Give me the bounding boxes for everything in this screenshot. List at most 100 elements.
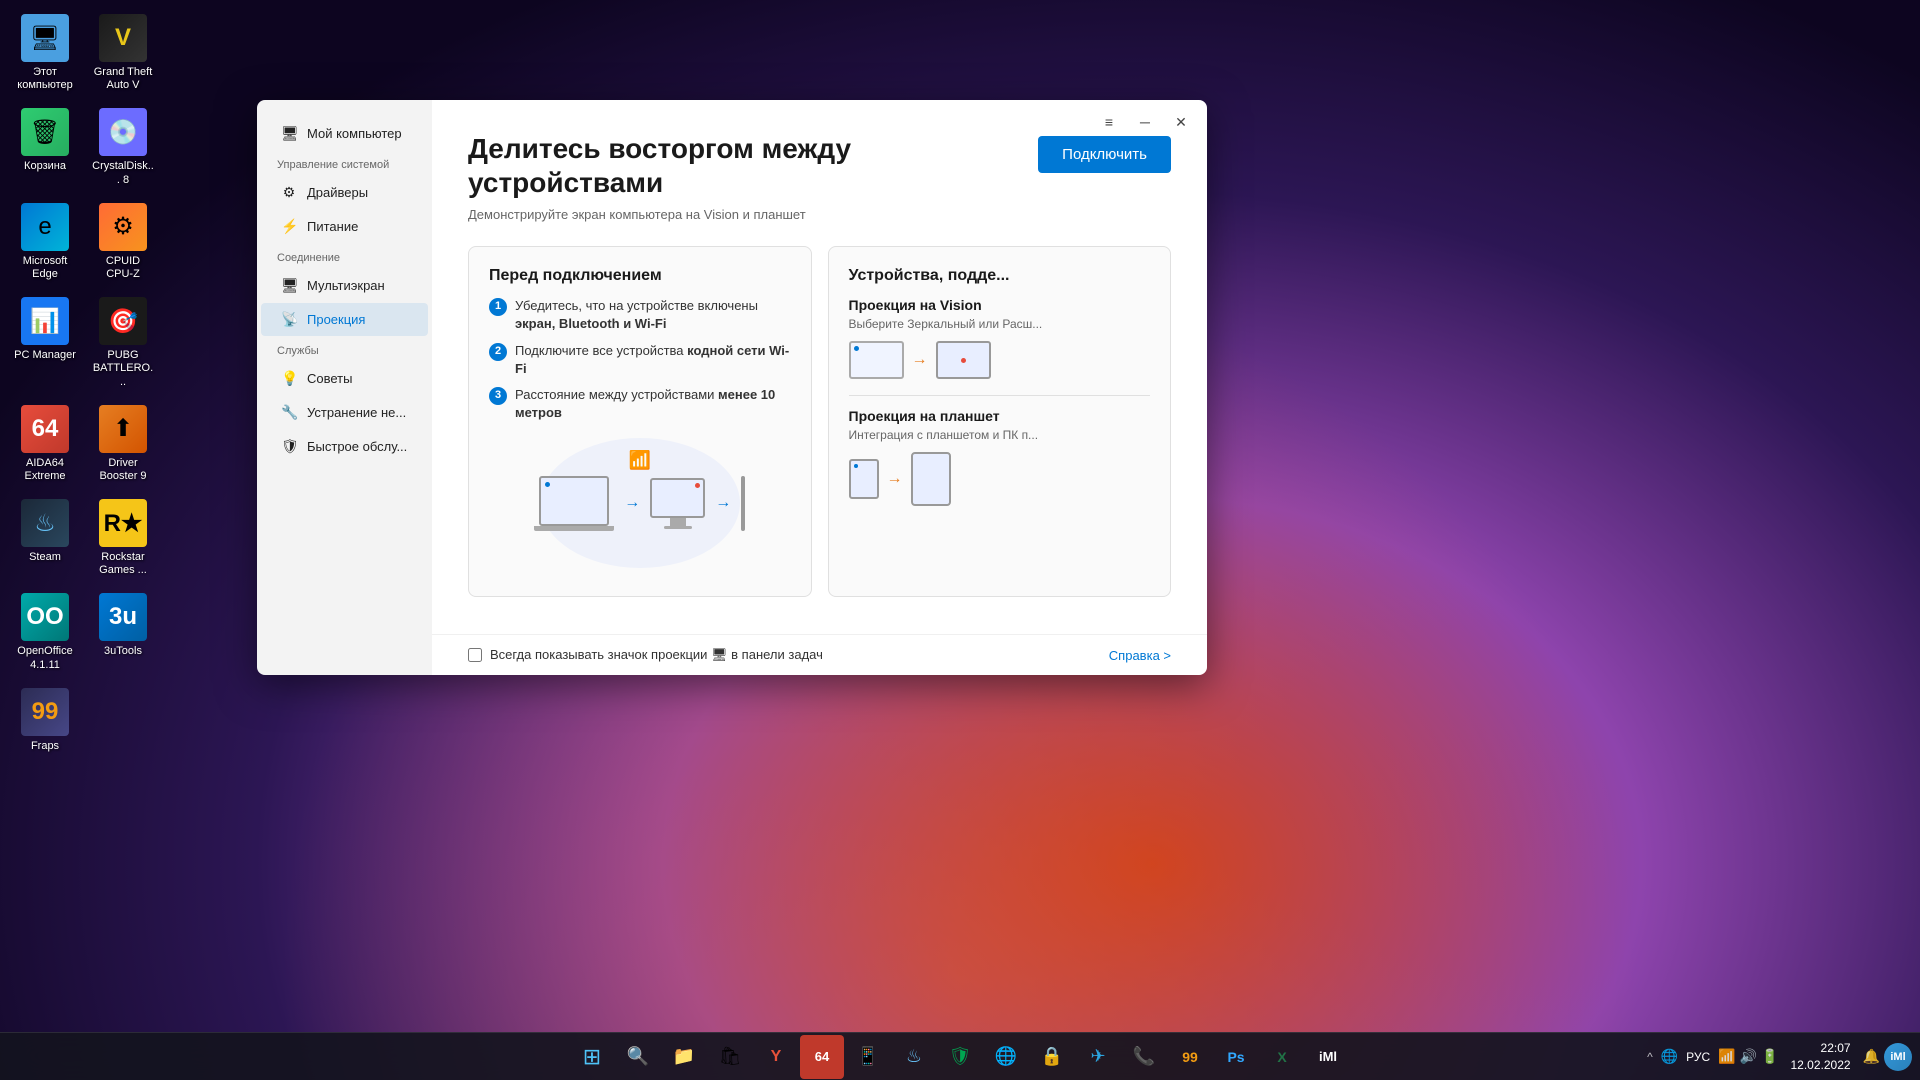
- close-button[interactable]: ✕: [1167, 108, 1195, 136]
- vision-projection-option: Проекция на Vision Выберите Зеркальный и…: [849, 297, 1151, 379]
- tablet-projection-option: Проекция на планшет Интеграция с планшет…: [849, 408, 1151, 506]
- desktop-icon-steam[interactable]: ♨ Steam: [10, 495, 80, 581]
- sidebar-item-troubleshoot[interactable]: 🔧 Устранение не...: [261, 396, 428, 429]
- multiscreen-sidebar-label: Мультиэкран: [307, 278, 385, 293]
- sidebar-item-power[interactable]: ⚡ Питание: [261, 210, 428, 243]
- card-divider: [849, 395, 1151, 396]
- source-tablet-icon: [849, 459, 879, 499]
- dialog-subtitle: Демонстрируйте экран компьютера на Visio…: [468, 207, 1171, 222]
- clock-display[interactable]: 22:07 12.02.2022: [1783, 1040, 1859, 1074]
- sidebar-item-drivers[interactable]: ⚙ Драйверы: [261, 176, 428, 209]
- sidebar-item-multiscreen[interactable]: 🖥 Мультиэкран: [261, 269, 428, 302]
- drivers-sidebar-icon: ⚙: [281, 184, 297, 201]
- troubleshoot-sidebar-label: Устранение не...: [307, 405, 406, 420]
- desktop-icon-driver-booster[interactable]: ⬆ Driver Booster 9: [88, 401, 158, 487]
- desktop-icon-fraps[interactable]: 99 Fraps: [10, 684, 80, 757]
- power-sidebar-label: Питание: [307, 219, 358, 234]
- crystaldisk-icon: 💿: [99, 108, 147, 156]
- pc-manager-icon: 📊: [21, 297, 69, 345]
- search-button[interactable]: 🔍: [616, 1035, 660, 1079]
- antivirus-button[interactable]: 🔒: [1030, 1035, 1074, 1079]
- projection-sidebar-icon: 📡: [281, 311, 297, 328]
- clock-time: 22:07: [1791, 1040, 1851, 1057]
- iml-button[interactable]: iMl: [1306, 1035, 1350, 1079]
- desktop-icon-rockstar[interactable]: R★ Rockstar Games ...: [88, 495, 158, 581]
- edge-taskbar-button[interactable]: 🌐: [984, 1035, 1028, 1079]
- recycle-bin-label: Корзина: [24, 160, 66, 173]
- crystaldisk-label: CrystalDisk... 8: [92, 160, 154, 186]
- sidebar-item-quick-service[interactable]: 🛡 Быстрое обслу...: [261, 430, 428, 463]
- pubg-label: PUBG BATTLERO...: [92, 349, 154, 389]
- desktop-icon-3utools[interactable]: 3u 3uTools: [88, 589, 158, 675]
- aida64-label: AIDA64 Extreme: [14, 457, 76, 483]
- aida64-taskbar-button[interactable]: 64: [800, 1035, 844, 1079]
- notification-bell-icon[interactable]: 🔔: [1863, 1048, 1880, 1065]
- quick-service-sidebar-icon: 🛡: [281, 438, 297, 455]
- ms-edge-icon: e: [21, 203, 69, 251]
- before-connect-card: Перед подключением 1 Убедитесь, что на у…: [468, 246, 812, 597]
- desktop-icon-aida64[interactable]: 64 AIDA64 Extreme: [10, 401, 80, 487]
- file-explorer-button[interactable]: 📁: [662, 1035, 706, 1079]
- desktop-icon-my-computer[interactable]: 🖥 Этот компьютер: [10, 10, 80, 96]
- desktop-icon-crystaldisk[interactable]: 💿 CrystalDisk... 8: [88, 104, 158, 190]
- source-monitor-icon: [849, 341, 904, 379]
- network-tray-icon[interactable]: 🌐: [1661, 1048, 1678, 1065]
- always-show-checkbox-row: Всегда показывать значок проекции 🖥 в па…: [468, 647, 823, 663]
- telegram-button[interactable]: ✈: [1076, 1035, 1120, 1079]
- desktop-icon-openoffice[interactable]: OO OpenOffice 4.1.11: [10, 589, 80, 675]
- openoffice-icon: OO: [21, 593, 69, 641]
- user-avatar[interactable]: iMl: [1884, 1043, 1912, 1071]
- sidebar-item-projection[interactable]: 📡 Проекция: [261, 303, 428, 336]
- connect-arrow-icon: →: [624, 494, 640, 512]
- arrow-to-vision-icon: →: [912, 351, 928, 369]
- tray-expand-button[interactable]: ^: [1643, 1046, 1657, 1068]
- connect-arrow2-icon: →: [715, 494, 731, 512]
- steam-taskbar-button[interactable]: ♨: [892, 1035, 936, 1079]
- step-num-3: 3: [489, 387, 507, 405]
- desktop-icon-pc-manager[interactable]: 📊 PC Manager: [10, 293, 80, 393]
- device-illustration-area: 📶 →: [489, 422, 791, 576]
- sidebar-item-my-computer[interactable]: 🖥 Мой компьютер: [261, 117, 428, 150]
- steam-label: Steam: [29, 551, 61, 564]
- desktop-icon-ms-edge[interactable]: e Microsoft Edge: [10, 199, 80, 285]
- desktop-icon-pubg[interactable]: 🎯 PUBG BATTLERO...: [88, 293, 158, 393]
- help-link[interactable]: Справка >: [1109, 648, 1171, 663]
- tablet-projection-title: Проекция на планшет: [849, 408, 1151, 424]
- tablet-illustration: [741, 476, 745, 531]
- cpuid-label: CPUID CPU-Z: [92, 255, 154, 281]
- whatsapp-button[interactable]: 📞: [1122, 1035, 1166, 1079]
- photoshop-button[interactable]: Ps: [1214, 1035, 1258, 1079]
- desktop-icon-cpuid[interactable]: ⚙ CPUID CPU-Z: [88, 199, 158, 285]
- gta-v-icon: V: [99, 14, 147, 62]
- kaspersky-button[interactable]: 🛡: [938, 1035, 982, 1079]
- rockstar-label: Rockstar Games ...: [92, 551, 154, 577]
- supported-devices-title: Устройства, подде...: [849, 267, 1151, 285]
- battery-tray-icon[interactable]: 🔋: [1761, 1048, 1778, 1065]
- wifi-tray-icon[interactable]: 📶: [1718, 1048, 1735, 1065]
- store-button[interactable]: 🛍: [708, 1035, 752, 1079]
- dialog-header: Делитесь восторгом между устройствами По…: [468, 132, 1171, 199]
- fraps-button[interactable]: 99: [1168, 1035, 1212, 1079]
- desktop-icon-recycle-bin[interactable]: 🗑 Корзина: [10, 104, 80, 190]
- desktop-icon-gta-v[interactable]: V Grand Theft Auto V: [88, 10, 158, 96]
- sidebar-item-tips[interactable]: 💡 Советы: [261, 362, 428, 395]
- yandex-browser-button[interactable]: Y: [754, 1035, 798, 1079]
- minimize-button[interactable]: ─: [1131, 108, 1159, 136]
- sidebar-section-section-services: Службы: [257, 337, 432, 361]
- language-indicator[interactable]: РУС: [1682, 1048, 1714, 1066]
- driver-booster-icon: ⬆: [99, 405, 147, 453]
- minimize-settings-icon: ≡: [1095, 108, 1123, 136]
- gta-v-label: Grand Theft Auto V: [92, 66, 154, 92]
- tips-sidebar-icon: 💡: [281, 370, 297, 387]
- openoffice-label: OpenOffice 4.1.11: [14, 645, 76, 671]
- phone-link-button[interactable]: 📱: [846, 1035, 890, 1079]
- target-tablet-icon: [911, 452, 951, 506]
- excel-button[interactable]: X: [1260, 1035, 1304, 1079]
- dialog-main-content: ≡ ─ ✕ Делитесь восторгом между устройств…: [432, 100, 1207, 675]
- taskbar-center: ⊞ 🔍 📁 🛍 Y 64 📱 ♨ 🛡 🌐 🔒 ✈ 📞 99 Ps X iMl: [570, 1035, 1350, 1079]
- quick-service-sidebar-label: Быстрое обслу...: [307, 439, 407, 454]
- start-button[interactable]: ⊞: [570, 1035, 614, 1079]
- vision-projection-title: Проекция на Vision: [849, 297, 1151, 313]
- always-show-checkbox[interactable]: [468, 648, 482, 662]
- volume-tray-icon[interactable]: 🔊: [1740, 1048, 1757, 1065]
